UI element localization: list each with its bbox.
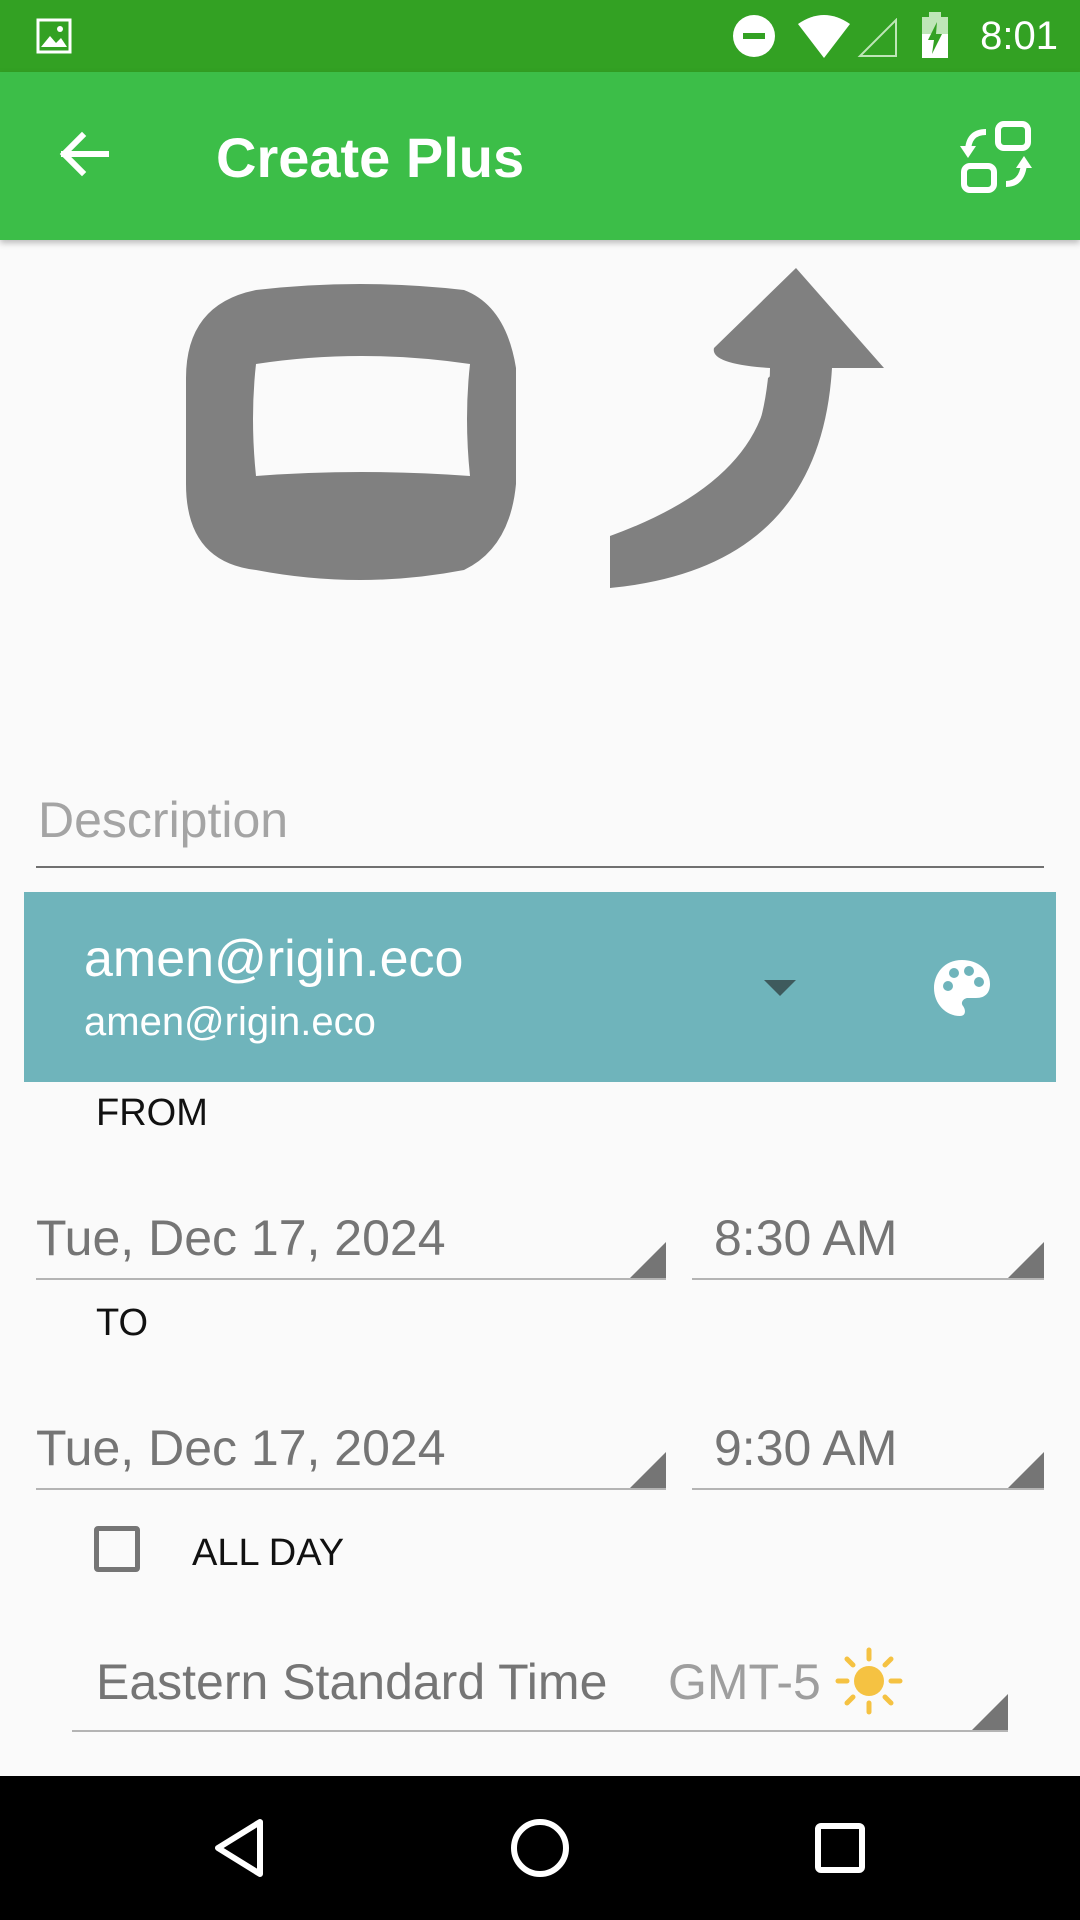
arrow-back-icon[interactable] xyxy=(52,122,116,186)
palette-icon[interactable] xyxy=(930,956,994,1020)
rounded-square-with-curved-arrow-icon xyxy=(186,268,884,588)
dropdown-corner-icon xyxy=(1008,1452,1044,1488)
image-icon xyxy=(36,18,72,54)
dropdown-corner-icon xyxy=(972,1694,1008,1730)
wifi-icon xyxy=(798,15,850,58)
to-time-field[interactable]: 9:30 AM xyxy=(692,1408,1044,1490)
to-time-value: 9:30 AM xyxy=(714,1420,898,1476)
to-date-field[interactable]: Tue, Dec 17, 2024 xyxy=(36,1408,666,1490)
system-nav-bar xyxy=(0,1776,1080,1920)
chevron-down-icon[interactable] xyxy=(762,978,798,998)
home-circle-icon[interactable] xyxy=(508,1816,572,1880)
timezone-name: Eastern Standard Time xyxy=(96,1654,608,1710)
from-label: FROM xyxy=(96,1092,208,1134)
from-date-field[interactable]: Tue, Dec 17, 2024 xyxy=(36,1198,666,1280)
from-date-value: Tue, Dec 17, 2024 xyxy=(36,1210,446,1266)
app-bar: Create Plus xyxy=(0,72,1080,240)
timezone-offset: GMT-5 xyxy=(668,1654,821,1710)
battery-charging-icon xyxy=(922,12,948,58)
status-bar: 8:01 xyxy=(0,0,1080,72)
account-name: amen@rigin.eco xyxy=(84,930,464,988)
timezone-selector[interactable]: Eastern Standard Time GMT-5 xyxy=(72,1630,1008,1732)
from-time-field[interactable]: 8:30 AM xyxy=(692,1198,1044,1280)
account-email: amen@rigin.eco xyxy=(84,1000,376,1044)
page-title: Create Plus xyxy=(216,126,525,189)
description-placeholder: Description xyxy=(38,792,289,848)
recents-square-icon[interactable] xyxy=(808,1816,872,1880)
back-triangle-icon[interactable] xyxy=(208,1816,272,1880)
account-selector[interactable]: amen@rigin.eco amen@rigin.eco xyxy=(24,892,1056,1082)
to-label: TO xyxy=(96,1302,149,1344)
sun-icon xyxy=(835,1647,903,1715)
to-date-value: Tue, Dec 17, 2024 xyxy=(36,1420,446,1476)
signal-icon xyxy=(857,18,897,57)
all-day-label: ALL DAY xyxy=(192,1532,345,1574)
all-day-checkbox[interactable] xyxy=(94,1526,140,1572)
do-not-disturb-icon xyxy=(733,15,775,57)
dropdown-corner-icon xyxy=(1008,1242,1044,1278)
dropdown-corner-icon xyxy=(630,1452,666,1488)
description-field[interactable]: Description xyxy=(36,778,1044,868)
switch-layout-icon[interactable] xyxy=(956,118,1036,198)
from-time-value: 8:30 AM xyxy=(714,1210,898,1266)
dropdown-corner-icon xyxy=(630,1242,666,1278)
status-time: 8:01 xyxy=(980,14,1058,58)
